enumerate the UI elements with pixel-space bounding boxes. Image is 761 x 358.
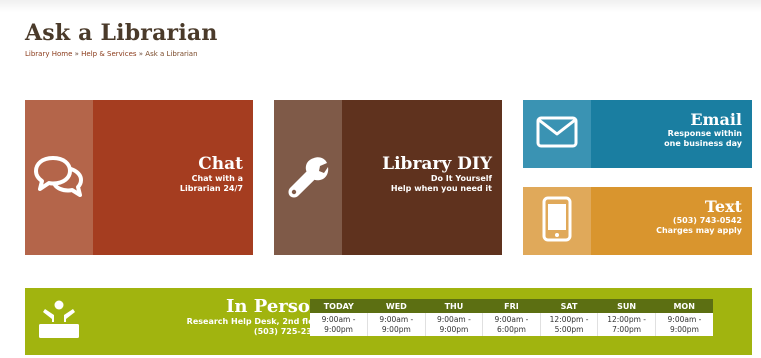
text-heading: Text	[704, 197, 742, 216]
chat-subtext-line2: Librarian 24/7	[179, 184, 243, 193]
hours-cell: 9:00am -9:00pm	[654, 313, 713, 336]
hours-open: 12:00pm -	[607, 315, 646, 324]
diy-text: Library DIY Do It Yourself Help when you…	[382, 154, 492, 194]
breadcrumb-library-home[interactable]: Library Home	[25, 50, 72, 58]
hours-cell: 12:00pm -7:00pm	[597, 313, 656, 336]
hours-open: 9:00am -	[494, 315, 529, 324]
hours-cell: 9:00am -9:00pm	[367, 313, 426, 336]
diy-subtext-line1: Do It Yourself	[430, 174, 492, 183]
hours-close: 6:00pm	[497, 325, 526, 334]
text-text: Text (503) 743-0542 Charges may apply	[656, 198, 742, 236]
breadcrumb-separator: »	[138, 50, 144, 58]
text-phone-number: (503) 743-0542	[672, 216, 742, 225]
hours-header-row: TODAY WED THU FRI SAT SUN MON	[310, 299, 713, 313]
hours-close: 9:00pm	[439, 325, 469, 334]
email-subtext-line2: one business day	[664, 139, 742, 148]
breadcrumb: Library Home » Help & Services » Ask a L…	[25, 50, 198, 58]
hours-day-header: THU	[425, 299, 483, 313]
text-card[interactable]: Text (503) 743-0542 Charges may apply	[523, 187, 752, 255]
hours-day-header: TODAY	[310, 299, 368, 313]
diy-heading: Library DIY	[382, 154, 492, 174]
hours-cell: 9:00am -6:00pm	[482, 313, 541, 336]
hours-open: 9:00am -	[321, 315, 356, 324]
in-person-location: Research Help Desk, 2nd floor	[186, 317, 323, 326]
envelope-icon	[536, 116, 578, 152]
chat-heading: Chat	[198, 154, 243, 174]
email-icon-panel	[523, 100, 591, 168]
email-card[interactable]: Email Response within one business day	[523, 100, 752, 168]
hours-times-row: 9:00am -9:00pm 9:00am -9:00pm 9:00am -9:…	[310, 313, 713, 336]
wrench-icon	[286, 154, 330, 202]
email-heading: Email	[690, 110, 742, 129]
chat-card[interactable]: Chat Chat with a Librarian 24/7	[25, 100, 253, 255]
hours-day-header: SAT	[540, 299, 598, 313]
hours-open: 9:00am -	[667, 315, 702, 324]
hours-close: 9:00pm	[324, 325, 353, 334]
page-title: Ask a Librarian	[25, 20, 218, 46]
breadcrumb-help-services[interactable]: Help & Services	[81, 50, 136, 58]
breadcrumb-separator: »	[74, 50, 79, 58]
text-charges-note: Charges may apply	[656, 226, 742, 235]
hours-day-header: WED	[367, 299, 426, 313]
email-text: Email Response within one business day	[664, 111, 742, 149]
chat-text: Chat Chat with a Librarian 24/7	[180, 154, 243, 194]
in-person-phone: (503) 725-2399	[253, 327, 323, 336]
page-top-shadow	[0, 0, 761, 12]
person-at-desk-icon	[36, 300, 82, 344]
hours-open: 9:00am -	[436, 315, 471, 324]
library-diy-card[interactable]: Library DIY Do It Yourself Help when you…	[274, 100, 502, 255]
in-person-card[interactable]: In Person Research Help Desk, 2nd floor …	[25, 288, 752, 355]
hours-day-header: MON	[655, 299, 713, 313]
hours-cell: 12:00pm -5:00pm	[539, 313, 598, 336]
hours-close: 7:00pm	[612, 325, 642, 334]
in-person-text: In Person Research Help Desk, 2nd floor …	[187, 297, 323, 337]
in-person-heading: In Person	[226, 296, 323, 317]
in-person-icon-panel	[25, 288, 93, 355]
diy-icon-panel	[274, 100, 342, 255]
text-icon-panel	[523, 187, 591, 255]
hours-close: 9:00pm	[381, 325, 411, 334]
chat-subtext-line1: Chat with a	[191, 174, 243, 183]
hours-close: 9:00pm	[669, 325, 699, 334]
breadcrumb-current: Ask a Librarian	[145, 50, 198, 58]
mobile-phone-icon	[542, 196, 572, 246]
hours-open: 12:00pm -	[549, 315, 589, 324]
hours-cell: 9:00am -9:00pm	[424, 313, 483, 336]
chat-bubbles-icon	[34, 154, 84, 202]
email-subtext-line1: Response within	[667, 129, 742, 138]
chat-icon-panel	[25, 100, 93, 255]
hours-day-header: SUN	[597, 299, 656, 313]
diy-subtext-line2: Help when you need it	[390, 184, 492, 193]
hours-day-header: FRI	[482, 299, 541, 313]
hours-open: 9:00am -	[379, 315, 414, 324]
hours-close: 5:00pm	[554, 325, 584, 334]
hours-table: TODAY WED THU FRI SAT SUN MON 9:00am -9:…	[310, 299, 713, 336]
hours-cell: 9:00am -9:00pm	[310, 313, 368, 336]
